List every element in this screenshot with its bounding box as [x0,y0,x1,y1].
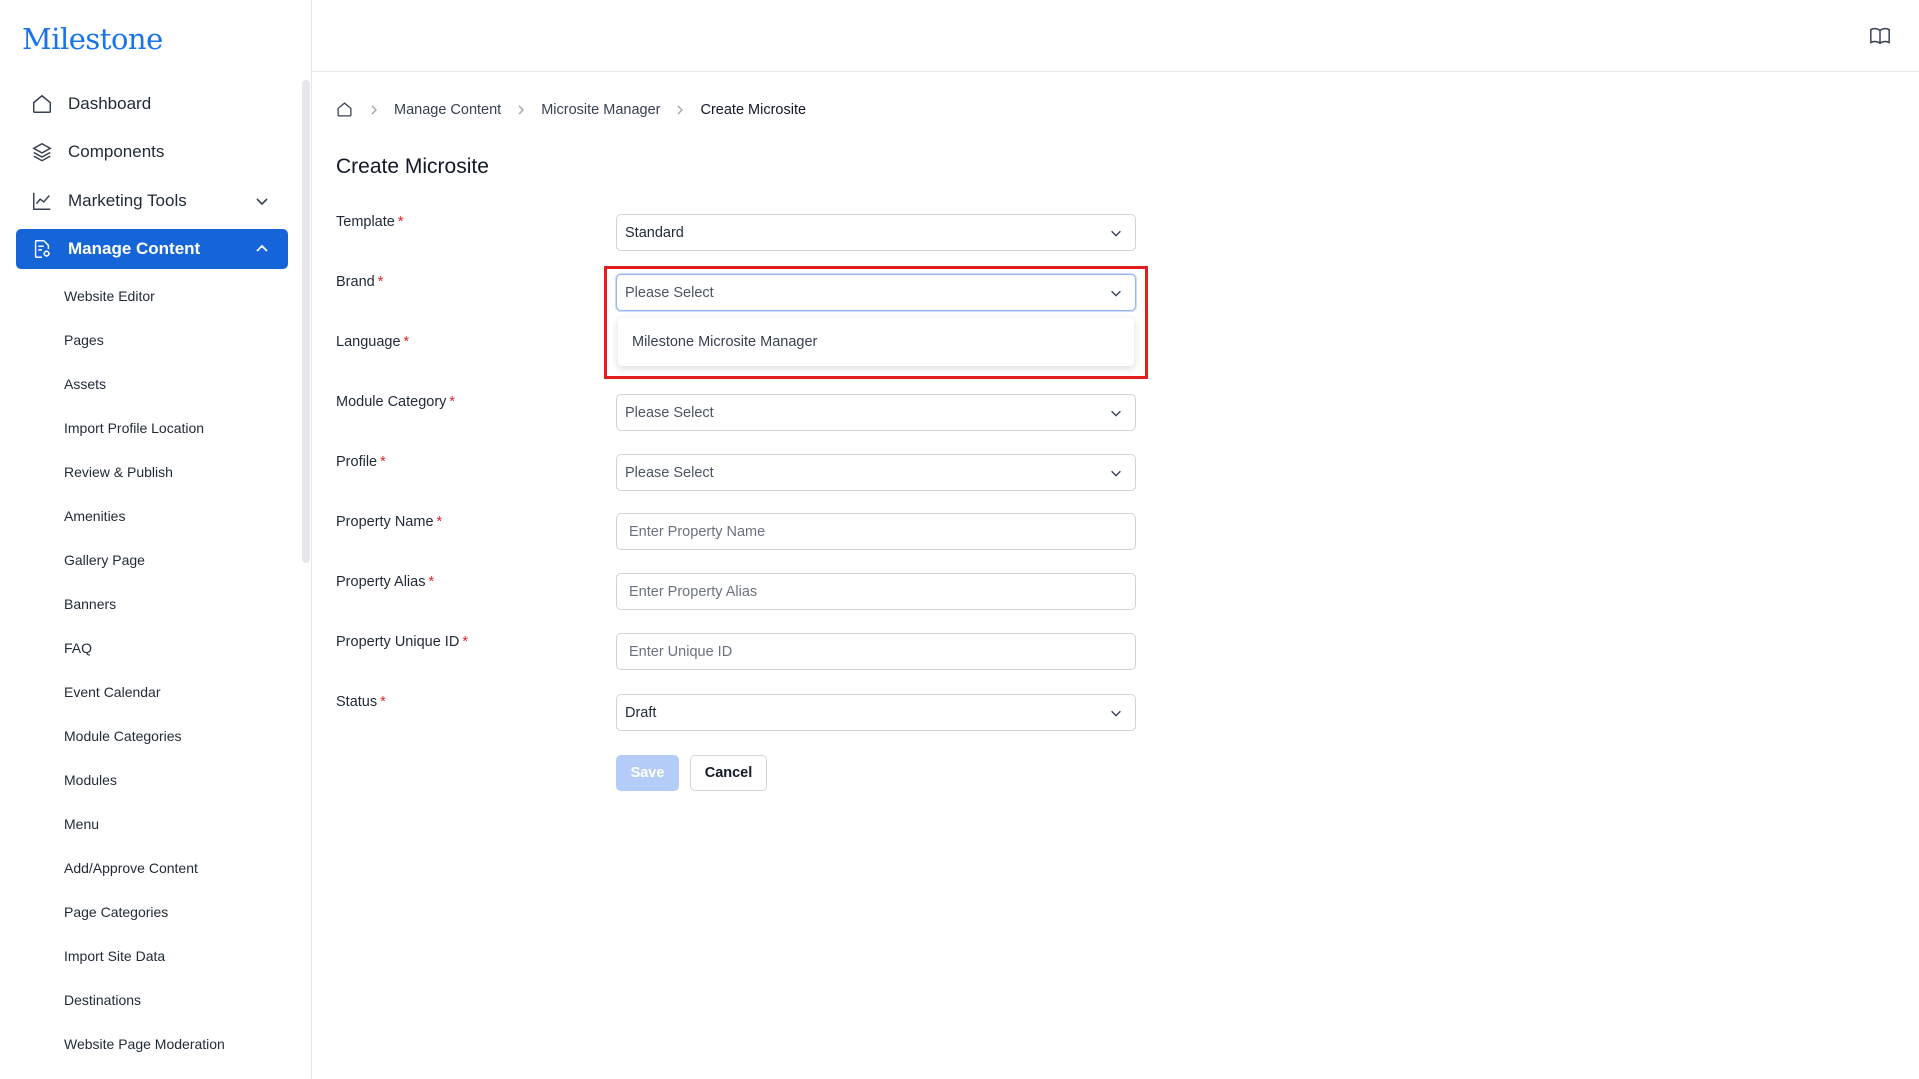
language-label: Language * [336,334,410,350]
chevron-down-icon [1111,710,1121,717]
sidebar-subitem-amenities[interactable]: Amenities [64,506,125,526]
sidebar-subitem-website-editor[interactable]: Website Editor [64,286,155,306]
breadcrumb: Manage Content Microsite Manager Create … [336,100,806,120]
chevron-down-icon [1111,410,1121,417]
chevron-right-icon [515,104,527,116]
sidebar-item-label: Dashboard [68,94,152,113]
property-unique-id-input[interactable]: Enter Unique ID [616,633,1136,670]
property-name-input[interactable]: Enter Property Name [616,513,1136,550]
sidebar-item-dashboard[interactable]: Dashboard [16,84,288,124]
chart-line-icon [30,189,54,213]
sidebar-scrollbar[interactable] [302,80,310,563]
template-label: Template * [336,214,404,230]
book-open-icon[interactable] [1869,25,1891,47]
sidebar-subitem-banners[interactable]: Banners [64,594,116,614]
sidebar-subitem-faq[interactable]: FAQ [64,638,92,658]
profile-label: Profile * [336,454,386,470]
home-icon[interactable] [336,101,354,119]
chevron-right-icon [368,104,380,116]
sidebar-subitem-menu[interactable]: Menu [64,814,99,834]
sidebar-item-marketing-tools[interactable]: Marketing Tools [16,181,288,221]
sidebar-subitem-modules[interactable]: Modules [64,770,117,790]
sidebar-subitem-destinations[interactable]: Destinations [64,990,141,1010]
property-unique-id-label: Property Unique ID * [336,634,468,650]
status-label: Status * [336,694,386,710]
template-select[interactable]: Standard [616,214,1136,251]
milestone-logo[interactable]: Milestone [22,22,163,56]
sidebar: Milestone Dashboard Components Marketing… [0,0,312,1079]
sidebar-item-manage-content[interactable]: Manage Content [16,229,288,269]
status-select[interactable]: Draft [616,694,1136,731]
sidebar-subitem-import-site-data[interactable]: Import Site Data [64,946,165,966]
sidebar-subitem-add-approve-content[interactable]: Add/Approve Content [64,858,198,878]
chevron-down-icon [1111,470,1121,477]
sidebar-subitem-website-page-moderation[interactable]: Website Page Moderation [64,1034,225,1054]
breadcrumb-microsite-manager[interactable]: Microsite Manager [541,102,660,118]
property-alias-input[interactable]: Enter Property Alias [616,573,1136,610]
module-category-select[interactable]: Please Select [616,394,1136,431]
chevron-down-icon [1111,230,1121,237]
highlight-annotation-box [604,266,1148,379]
save-button[interactable]: Save [616,755,679,791]
sidebar-subitem-import-profile-location[interactable]: Import Profile Location [64,418,204,438]
chevron-right-icon [674,104,686,116]
cancel-button[interactable]: Cancel [690,755,767,791]
property-alias-label: Property Alias * [336,574,435,590]
breadcrumb-create-microsite: Create Microsite [700,102,807,118]
sidebar-subitem-module-categories[interactable]: Module Categories [64,726,182,746]
top-bar [312,0,1919,72]
sidebar-item-label: Marketing Tools [68,191,187,210]
sidebar-item-label: Components [68,142,165,161]
chevron-up-icon [256,244,268,252]
sidebar-subitem-event-calendar[interactable]: Event Calendar [64,682,161,702]
sidebar-subitem-review-publish[interactable]: Review & Publish [64,462,173,482]
sidebar-item-components[interactable]: Components [16,132,288,172]
sidebar-item-label: Manage Content [68,239,201,258]
layers-icon [30,140,54,164]
profile-select[interactable]: Please Select [616,454,1136,491]
document-settings-icon [30,237,54,261]
property-name-label: Property Name * [336,514,443,530]
chevron-down-icon [256,198,268,206]
sidebar-subitem-gallery-page[interactable]: Gallery Page [64,550,145,570]
module-category-label: Module Category * [336,394,456,410]
sidebar-subitem-pages[interactable]: Pages [64,330,104,350]
sidebar-subitem-assets[interactable]: Assets [64,374,106,394]
page-title: Create Microsite [336,155,489,178]
brand-label: Brand * [336,274,384,290]
breadcrumb-manage-content[interactable]: Manage Content [394,102,501,118]
sidebar-subitem-page-categories[interactable]: Page Categories [64,902,168,922]
home-icon [30,92,54,116]
